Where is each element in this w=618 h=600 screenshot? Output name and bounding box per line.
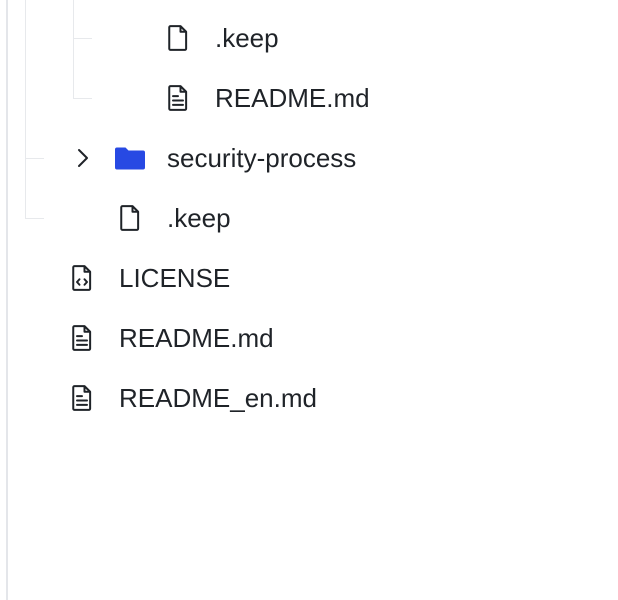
tree-item-readme[interactable]: README.md xyxy=(0,318,618,358)
tree-item-label: .keep xyxy=(167,203,231,233)
tree-item-security-process[interactable]: security-process xyxy=(0,138,618,178)
file-tree-panel: .keep README.md security-process .keep L… xyxy=(0,0,618,600)
tree-item-readme-nested[interactable]: README.md xyxy=(0,78,618,118)
tree-item-label: README.md xyxy=(215,83,370,113)
tree-item-label: .keep xyxy=(215,23,279,53)
file-code-icon xyxy=(65,261,99,295)
tree-item-keep-nested[interactable]: .keep xyxy=(0,18,618,58)
tree-item-label: README.md xyxy=(119,323,274,353)
tree-item-keep[interactable]: .keep xyxy=(0,198,618,238)
file-icon xyxy=(113,201,147,235)
tree-item-label: LICENSE xyxy=(119,263,231,293)
tree-item-readme-en[interactable]: README_en.md xyxy=(0,378,618,418)
file-icon xyxy=(161,21,195,55)
chevron-right-icon[interactable] xyxy=(73,146,93,170)
file-text-icon xyxy=(161,81,195,115)
file-text-icon xyxy=(65,381,99,415)
tree-item-label: README_en.md xyxy=(119,383,317,413)
folder-icon xyxy=(113,141,147,175)
file-text-icon xyxy=(65,321,99,355)
tree-item-label: security-process xyxy=(167,143,357,173)
tree-item-license[interactable]: LICENSE xyxy=(0,258,618,298)
